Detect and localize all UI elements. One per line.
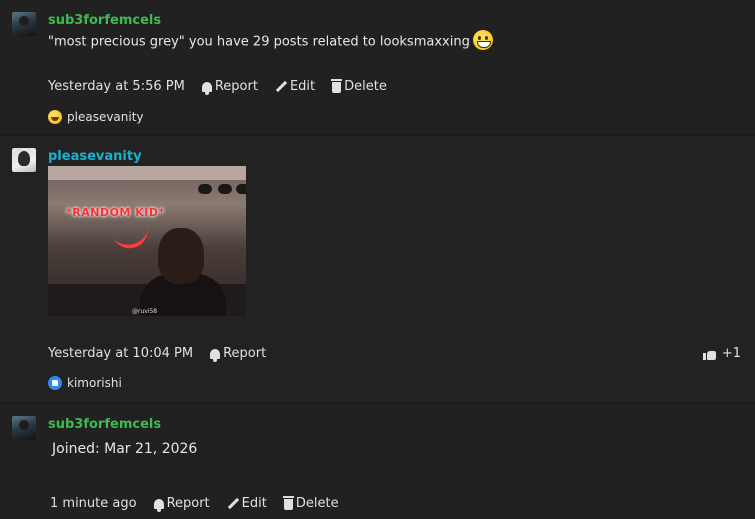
edit-button[interactable]: Edit bbox=[275, 79, 315, 94]
edit-label: Edit bbox=[241, 496, 267, 511]
message-post: sub3forfemcels "most precious grey" you … bbox=[0, 0, 755, 134]
gif-ceiling bbox=[48, 166, 246, 180]
delete-button[interactable]: Delete bbox=[282, 496, 339, 511]
reaction-summary[interactable]: pleasevanity bbox=[48, 110, 144, 124]
report-label: Report bbox=[223, 346, 267, 361]
bell-icon bbox=[210, 348, 221, 362]
pencil-icon bbox=[227, 498, 239, 510]
reaction-summary[interactable]: kimorishi bbox=[48, 376, 122, 390]
laughing-emoji-icon bbox=[48, 110, 62, 124]
gif-credit: @ruvi58 bbox=[132, 308, 158, 315]
edit-label: Edit bbox=[289, 79, 316, 94]
timestamp[interactable]: Yesterday at 5:56 PM bbox=[48, 79, 185, 94]
message-content: Joined: Mar 21, 2026 bbox=[52, 441, 198, 457]
like-button[interactable]: +1 bbox=[702, 346, 741, 361]
reaction-user: pleasevanity bbox=[67, 110, 144, 124]
report-button[interactable]: Report bbox=[153, 496, 210, 512]
message-text: "most precious grey" you have 29 posts r… bbox=[48, 34, 470, 50]
grinning-face-emoji-icon bbox=[472, 30, 493, 50]
message-content: "most precious grey" you have 29 posts r… bbox=[48, 30, 493, 52]
gif-arrow bbox=[112, 225, 152, 253]
avatar[interactable] bbox=[12, 12, 36, 36]
message-actions: Yesterday at 5:56 PM Report Edit Delete bbox=[48, 79, 387, 95]
message-actions: Yesterday at 10:04 PM Report bbox=[48, 346, 267, 362]
bell-icon bbox=[153, 498, 164, 512]
delete-label: Delete bbox=[344, 79, 387, 94]
delete-button[interactable]: Delete bbox=[331, 79, 387, 94]
edit-button[interactable]: Edit bbox=[227, 496, 267, 511]
gif-bus-window bbox=[236, 184, 246, 194]
like-emoji-icon bbox=[48, 376, 62, 390]
timestamp[interactable]: 1 minute ago bbox=[50, 496, 137, 511]
message-post: sub3forfemcels Joined: Mar 21, 2026 1 mi… bbox=[0, 404, 755, 519]
bell-icon bbox=[201, 81, 212, 95]
trash-icon bbox=[282, 496, 294, 510]
username[interactable]: pleasevanity bbox=[48, 149, 142, 164]
username[interactable]: sub3forfemcels bbox=[48, 13, 161, 28]
thumbs-up-icon bbox=[702, 348, 716, 360]
like-count: +1 bbox=[721, 346, 741, 361]
report-label: Report bbox=[214, 79, 258, 94]
username[interactable]: sub3forfemcels bbox=[48, 417, 161, 432]
trash-icon bbox=[331, 79, 343, 93]
gif-bus-window bbox=[218, 184, 232, 194]
reaction-user: kimorishi bbox=[67, 376, 122, 390]
message-post: pleasevanity *RANDOM KID* @ruvi58 Yester… bbox=[0, 136, 755, 402]
report-button[interactable]: Report bbox=[201, 79, 258, 95]
message-actions: 1 minute ago Report Edit Delete bbox=[50, 496, 339, 512]
pencil-icon bbox=[275, 81, 287, 93]
timestamp[interactable]: Yesterday at 10:04 PM bbox=[48, 346, 193, 361]
gif-caption: *RANDOM KID* bbox=[66, 206, 165, 219]
gif-attachment[interactable]: *RANDOM KID* @ruvi58 bbox=[48, 166, 246, 316]
avatar[interactable] bbox=[12, 148, 36, 172]
delete-label: Delete bbox=[295, 496, 339, 511]
avatar[interactable] bbox=[12, 416, 36, 440]
gif-person-head bbox=[158, 228, 204, 284]
gif-bus-window bbox=[198, 184, 212, 194]
report-button[interactable]: Report bbox=[210, 346, 267, 362]
report-label: Report bbox=[166, 496, 210, 511]
